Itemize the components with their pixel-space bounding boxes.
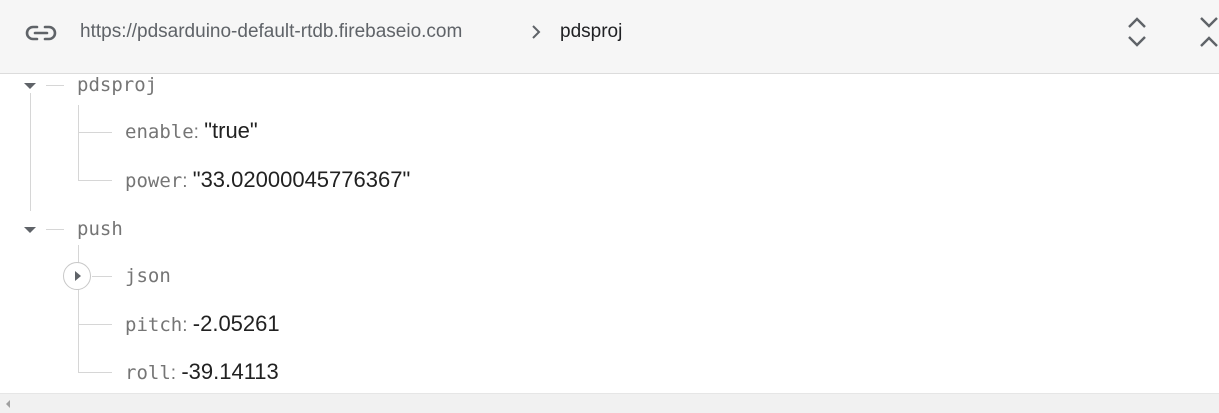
node-key-pdsproj[interactable]: pdsproj xyxy=(77,73,157,97)
row-enable[interactable]: enable: "true" xyxy=(125,119,258,145)
scroll-left-icon[interactable] xyxy=(6,400,10,408)
tree-connector xyxy=(46,85,64,86)
row-pitch[interactable]: pitch: -2.05261 xyxy=(125,312,280,338)
location-bar: https://pdsarduino-default-rtdb.firebase… xyxy=(0,0,1219,74)
node-key-power: power xyxy=(125,170,183,192)
chevron-right-icon xyxy=(532,25,541,39)
tree-connector xyxy=(92,276,112,277)
tree-connector xyxy=(78,372,112,373)
node-value-enable[interactable]: "true" xyxy=(204,118,258,143)
node-key-roll: roll xyxy=(125,362,171,384)
key-colon: : xyxy=(170,363,182,384)
unfold-more-icon[interactable] xyxy=(1122,14,1152,50)
expand-node-button[interactable] xyxy=(63,262,91,290)
tree-connector xyxy=(78,180,112,181)
expand-caret-icon xyxy=(75,271,81,281)
row-roll[interactable]: roll: -39.14113 xyxy=(125,360,279,386)
tree-connector xyxy=(46,229,64,230)
link-icon[interactable] xyxy=(24,22,58,44)
node-value-power[interactable]: "33.02000045776367" xyxy=(193,167,411,192)
node-key-json[interactable]: json xyxy=(125,264,171,288)
breadcrumb-current: pdsproj xyxy=(560,21,623,42)
row-power[interactable]: power: "33.02000045776367" xyxy=(125,168,410,194)
tree-connector xyxy=(78,132,112,133)
tree-connector xyxy=(30,93,31,211)
node-key-pitch: pitch xyxy=(125,314,183,336)
node-value-pitch[interactable]: -2.05261 xyxy=(193,311,280,336)
key-colon: : xyxy=(182,315,193,336)
tree-connector xyxy=(78,105,79,181)
node-value-roll[interactable]: -39.14113 xyxy=(181,359,278,384)
tree-connector xyxy=(78,324,112,325)
database-url-link[interactable]: https://pdsarduino-default-rtdb.firebase… xyxy=(80,20,462,44)
database-tree: pdsproj enable: "true" power: "33.020000… xyxy=(0,73,1219,393)
node-key-push[interactable]: push xyxy=(77,217,123,241)
key-colon: : xyxy=(182,171,193,192)
node-key-enable: enable xyxy=(125,121,194,143)
collapse-caret-icon[interactable] xyxy=(24,83,36,89)
unfold-less-icon[interactable] xyxy=(1194,14,1219,50)
collapse-caret-icon[interactable] xyxy=(24,227,36,233)
key-colon: : xyxy=(193,122,205,143)
horizontal-scrollbar[interactable] xyxy=(0,393,1219,413)
